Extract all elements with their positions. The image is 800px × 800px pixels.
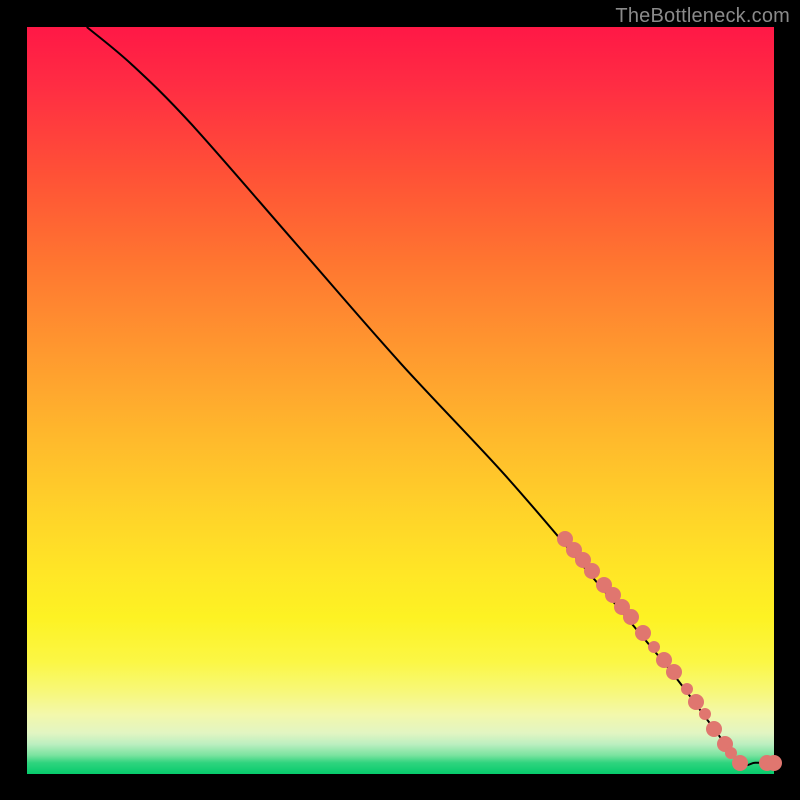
data-point	[635, 625, 651, 641]
data-point	[732, 755, 748, 771]
data-point	[766, 755, 782, 771]
data-point	[666, 664, 682, 680]
data-point	[681, 683, 693, 695]
data-point	[584, 563, 600, 579]
data-point	[706, 721, 722, 737]
watermark-text: TheBottleneck.com	[615, 5, 790, 28]
plot-area	[27, 27, 774, 774]
chart-stage: TheBottleneck.com	[0, 0, 800, 800]
data-point	[648, 641, 660, 653]
data-point	[699, 708, 711, 720]
data-point	[623, 609, 639, 625]
